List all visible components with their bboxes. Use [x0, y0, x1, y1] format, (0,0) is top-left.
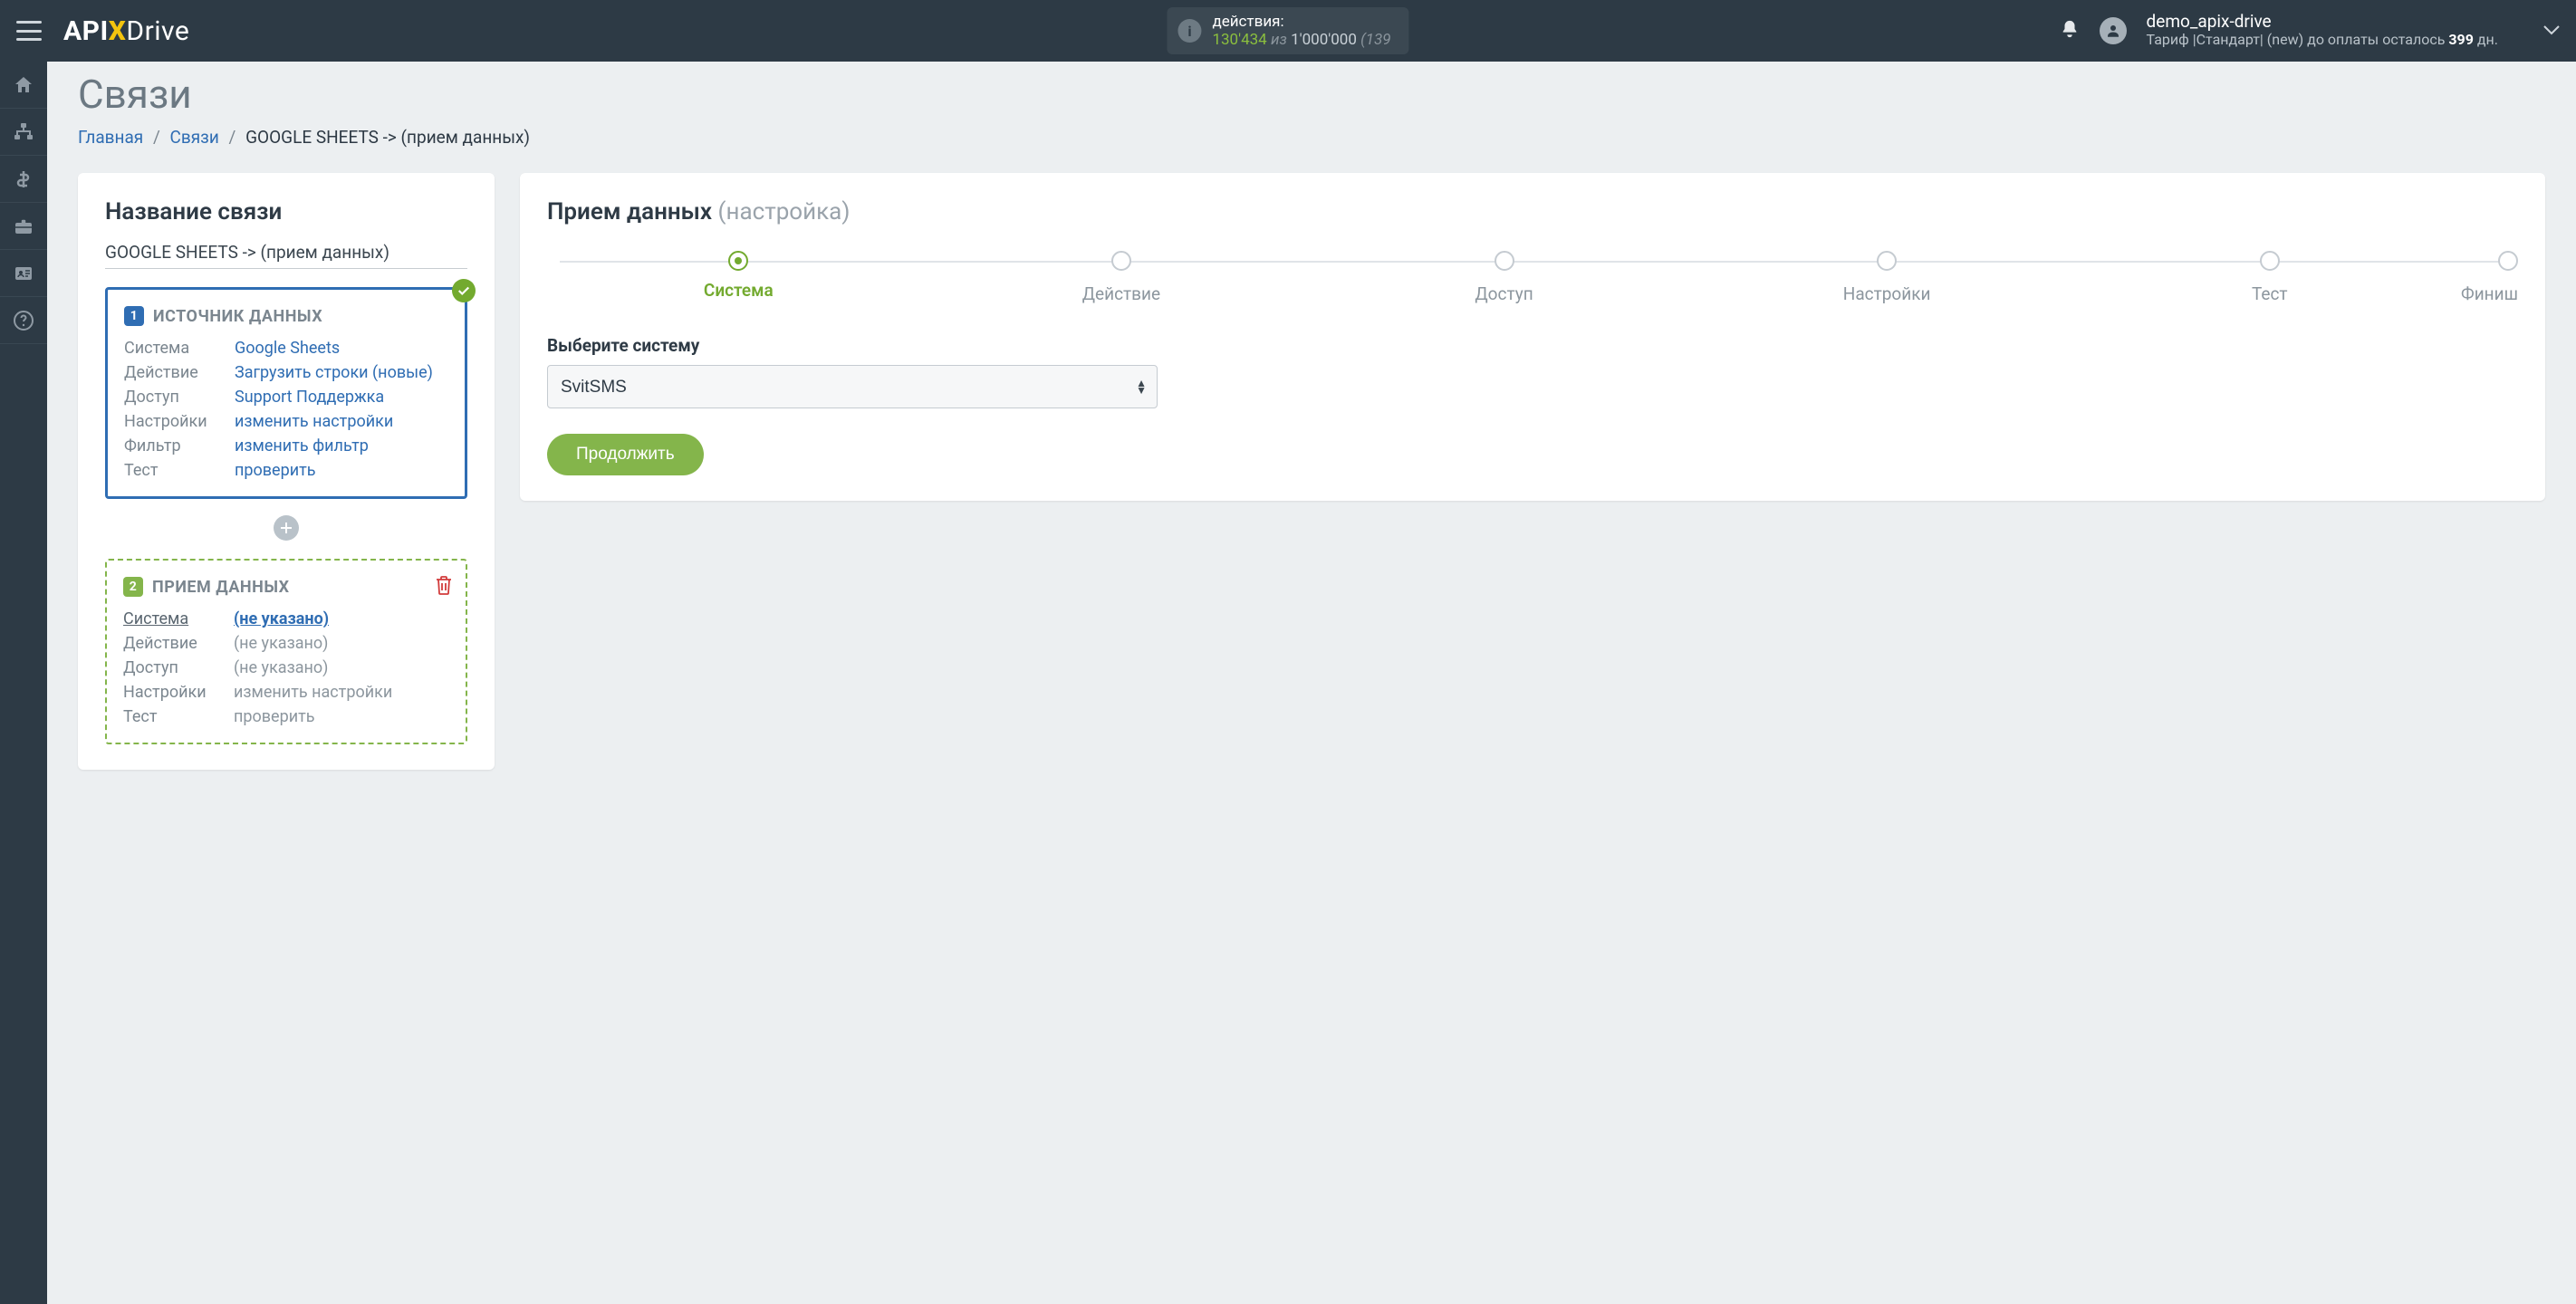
right-heading: Прием данных (настройка)	[547, 198, 2518, 225]
source-filter-v[interactable]: изменить фильтр	[235, 436, 448, 455]
panel-receive: Прием данных (настройка) Система Действи…	[520, 173, 2545, 501]
actions-count: 130'434	[1212, 31, 1266, 49]
sidebar-billing[interactable]	[0, 156, 47, 203]
step-system[interactable]: Система	[547, 251, 930, 301]
plan-suffix: дн.	[2477, 31, 2498, 48]
source-system-k: Система	[124, 339, 224, 358]
source-system-v[interactable]: Google Sheets	[235, 339, 448, 358]
source-filter-k: Фильтр	[124, 436, 224, 455]
dest-badge: 2	[123, 577, 143, 597]
source-title: ИСТОЧНИК ДАННЫХ	[153, 307, 322, 326]
check-icon	[452, 279, 476, 302]
actions-label: действия:	[1212, 13, 1390, 31]
left-heading: Название связи	[105, 198, 467, 225]
topbar: APIXDrive i действия: 130'434 из 1'000'0…	[0, 0, 2576, 62]
sidebar-help[interactable]	[0, 297, 47, 344]
bell-icon[interactable]	[2060, 19, 2080, 43]
source-test-v[interactable]: проверить	[235, 461, 448, 480]
logo[interactable]: APIXDrive	[63, 15, 189, 47]
source-test-k: Тест	[124, 461, 224, 480]
source-action-k: Действие	[124, 363, 224, 382]
menu-toggle[interactable]	[16, 21, 42, 41]
sidebar-idcard[interactable]	[0, 250, 47, 297]
sidebar-connections[interactable]	[0, 109, 47, 156]
actions-limit: 1'000'000	[1291, 31, 1357, 49]
source-action-v[interactable]: Загрузить строки (новые)	[235, 363, 448, 382]
system-select[interactable]: SvitSMS	[547, 365, 1158, 408]
dest-access-v: (не указано)	[234, 658, 449, 677]
breadcrumb: Главная / Связи / GOOGLE SHEETS -> (прие…	[78, 127, 2545, 148]
dest-title: ПРИЕМ ДАННЫХ	[152, 578, 290, 597]
page-title: Связи	[78, 62, 2545, 118]
step-access[interactable]: Доступ	[1312, 251, 1696, 304]
source-access-v[interactable]: Support Поддержка	[235, 388, 448, 407]
stepper: Система Действие Доступ Настройки Тест Ф…	[547, 251, 2518, 304]
breadcrumb-links[interactable]: Связи	[170, 127, 219, 148]
source-settings-k: Настройки	[124, 412, 224, 431]
trash-icon[interactable]	[435, 575, 453, 599]
source-settings-v[interactable]: изменить настройки	[235, 412, 448, 431]
account-block[interactable]: demo_apix-drive Тариф |Стандарт| (new) д…	[2147, 13, 2498, 49]
dest-settings-k: Настройки	[123, 683, 223, 702]
dest-action-k: Действие	[123, 634, 223, 653]
connection-name-input[interactable]: GOOGLE SHEETS -> (прием данных)	[105, 242, 467, 269]
continue-button[interactable]: Продолжить	[547, 434, 704, 475]
breadcrumb-home[interactable]: Главная	[78, 127, 143, 148]
source-block: 1 ИСТОЧНИК ДАННЫХ Система Google Sheets …	[105, 287, 467, 499]
dest-action-v: (не указано)	[234, 634, 449, 653]
actions-counter[interactable]: i действия: 130'434 из 1'000'000 (139	[1167, 7, 1408, 54]
plan-days: 399	[2448, 31, 2474, 48]
panel-connection: Название связи GOOGLE SHEETS -> (прием д…	[78, 173, 495, 770]
actions-extra: (139	[1360, 31, 1390, 49]
dest-system-v[interactable]: (не указано)	[234, 609, 449, 628]
step-finish[interactable]: Финиш	[2461, 251, 2518, 304]
actions-of: из	[1271, 31, 1287, 49]
step-action[interactable]: Действие	[930, 251, 1313, 304]
sidebar	[0, 62, 47, 1304]
dest-access-k: Доступ	[123, 658, 223, 677]
source-badge: 1	[124, 306, 144, 326]
source-access-k: Доступ	[124, 388, 224, 407]
breadcrumb-current: GOOGLE SHEETS -> (прием данных)	[245, 127, 530, 148]
plan-prefix: Тариф |Стандарт| (new) до оплаты осталос…	[2147, 31, 2446, 48]
step-settings[interactable]: Настройки	[1696, 251, 2079, 304]
chevron-down-icon[interactable]	[2543, 23, 2560, 40]
dest-test-v: проверить	[234, 707, 449, 726]
dest-settings-v: изменить настройки	[234, 683, 449, 702]
username: demo_apix-drive	[2147, 13, 2498, 31]
add-block-button[interactable]	[274, 515, 299, 541]
info-icon: i	[1177, 19, 1201, 43]
dest-test-k: Тест	[123, 707, 223, 726]
sidebar-briefcase[interactable]	[0, 203, 47, 250]
step-test[interactable]: Тест	[2078, 251, 2461, 304]
avatar-icon[interactable]	[2100, 17, 2127, 44]
select-system-label: Выберите систему	[547, 335, 2518, 356]
dest-system-k: Система	[123, 609, 223, 628]
sidebar-home[interactable]	[0, 62, 47, 109]
destination-block: 2 ПРИЕМ ДАННЫХ Система (не указано) Дейс…	[105, 559, 467, 744]
